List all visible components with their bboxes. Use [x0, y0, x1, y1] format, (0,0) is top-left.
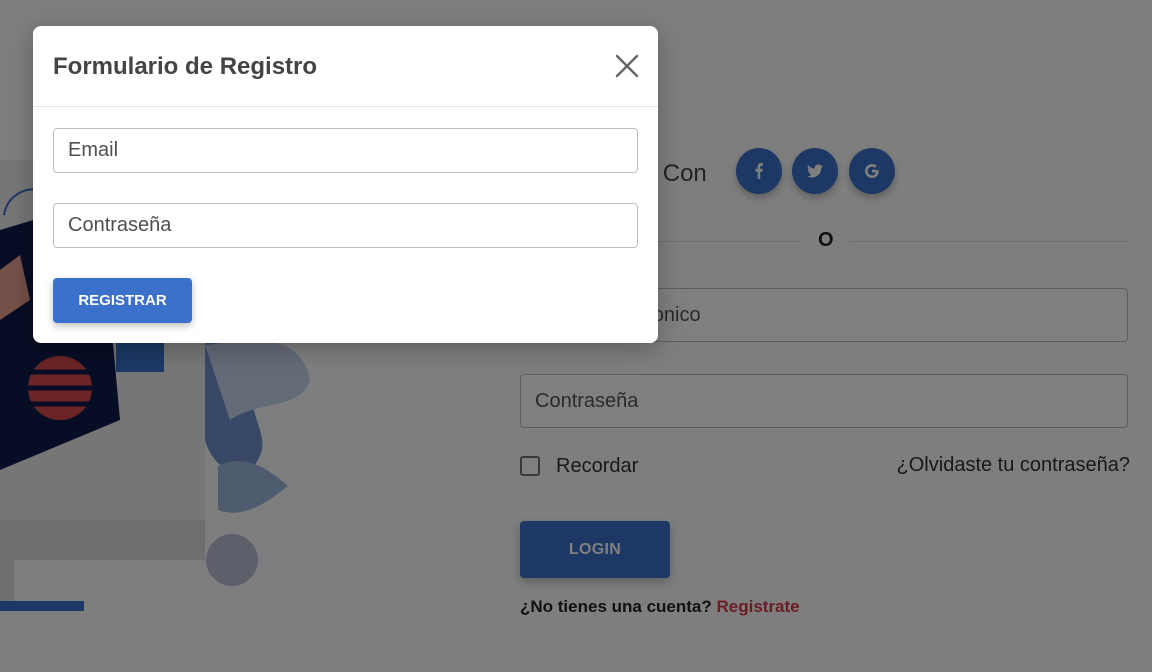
close-icon[interactable] — [613, 52, 641, 80]
modal-header: Formulario de Registro — [33, 26, 658, 107]
register-button[interactable]: REGISTRAR — [53, 278, 192, 323]
register-password-input[interactable] — [53, 203, 638, 248]
register-email-input[interactable] — [53, 128, 638, 173]
modal-title: Formulario de Registro — [53, 53, 318, 80]
registration-modal: Formulario de Registro REGISTRAR — [33, 26, 658, 343]
